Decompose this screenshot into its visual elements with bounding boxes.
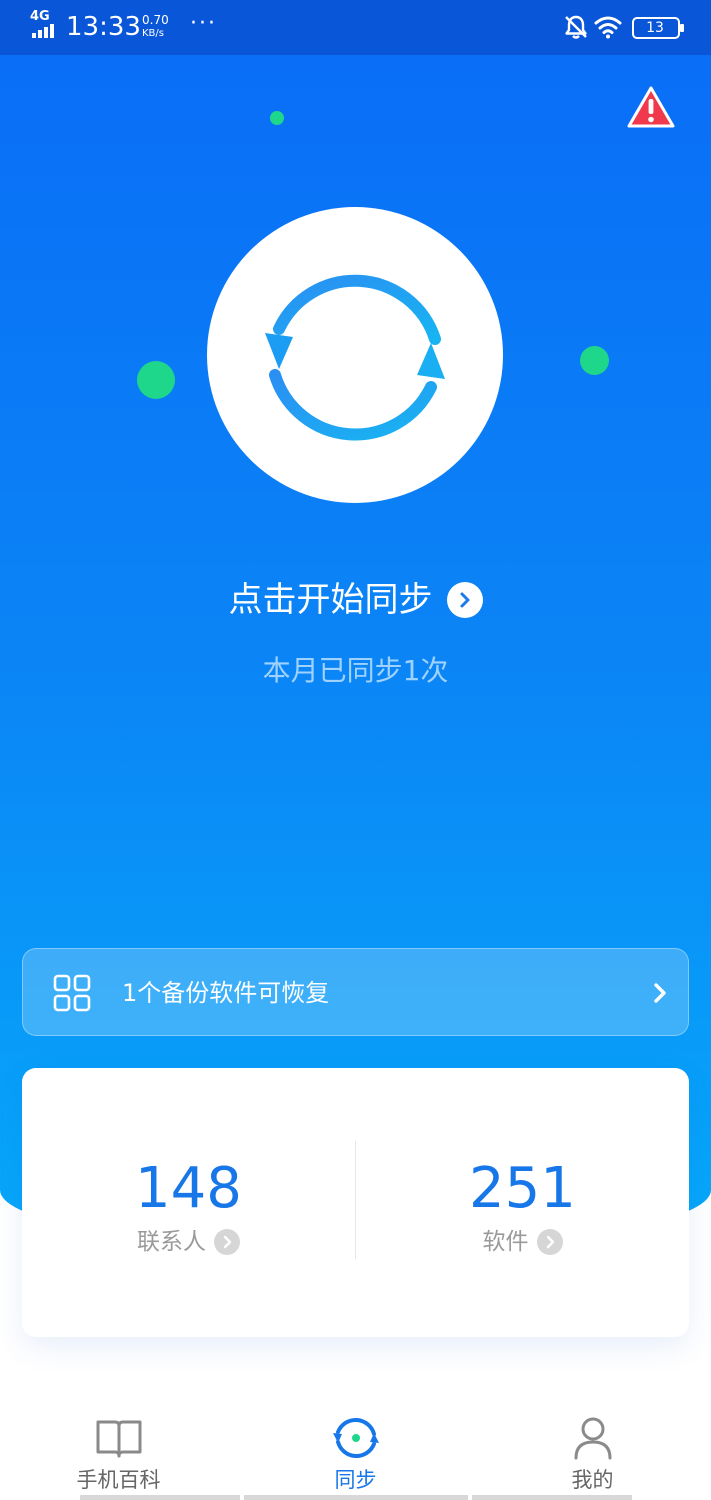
sync-icon — [332, 1418, 379, 1458]
warning-icon[interactable] — [626, 85, 676, 129]
decor-dot-left — [137, 361, 175, 399]
person-icon — [574, 1417, 611, 1460]
start-sync-link[interactable]: 点击开始同步 — [0, 570, 711, 630]
contacts-label: 联系人 — [137, 1228, 206, 1255]
chevron-right-icon — [536, 1228, 563, 1255]
clock: 13:33 — [66, 12, 141, 42]
apps-grid-icon — [53, 974, 91, 1012]
apps-count: 251 — [469, 1156, 576, 1221]
chevron-right-icon — [446, 582, 483, 618]
chevron-right-icon — [654, 983, 666, 1003]
signal-icon — [32, 24, 54, 38]
start-sync-label: 点击开始同步 — [228, 580, 433, 620]
restore-apps-label: 1个备份软件可恢复 — [122, 979, 330, 1007]
decor-dot-small — [270, 111, 284, 125]
decor-dot-right — [580, 346, 609, 375]
bell-off-icon — [565, 15, 587, 39]
stats-card: 148 联系人 251 软件 — [22, 1068, 689, 1337]
speed-value: 0.70 — [142, 13, 169, 27]
nav-indicator-middle — [244, 1495, 468, 1500]
tab-sync-label: 同步 — [334, 1468, 377, 1492]
tab-mine[interactable]: 我的 — [474, 1390, 711, 1500]
sync-count-text: 本月已同步1次 — [262, 654, 449, 687]
more-icon: ··· — [190, 11, 217, 36]
chevron-right-icon — [214, 1228, 240, 1255]
battery-icon: 13 — [632, 17, 684, 39]
wifi-icon — [594, 16, 622, 39]
battery-tip — [680, 24, 684, 32]
status-bar: 4G 13:33 0.70 KB/s ··· 13 — [0, 0, 711, 55]
sync-icon — [265, 274, 445, 441]
sync-button[interactable] — [207, 207, 503, 503]
contacts-count: 148 — [135, 1156, 242, 1221]
nav-indicator-left — [80, 1495, 240, 1500]
tab-sync[interactable]: 同步 — [237, 1390, 474, 1500]
contacts-stat[interactable]: 148 联系人 — [22, 1156, 355, 1258]
tab-phone-wiki[interactable]: 手机百科 — [0, 1390, 237, 1500]
apps-label: 软件 — [482, 1228, 529, 1255]
battery-level: 13 — [646, 20, 664, 36]
apps-stat[interactable]: 251 软件 — [356, 1156, 689, 1258]
restore-apps-banner[interactable]: 1个备份软件可恢复 — [22, 948, 689, 1036]
nav-indicator-right — [472, 1495, 632, 1500]
tab-mine-label: 我的 — [571, 1468, 614, 1492]
book-icon — [96, 1420, 141, 1458]
bottom-nav: 手机百科 同步 我的 — [0, 1390, 711, 1500]
network-speed: 0.70 KB/s — [142, 14, 169, 40]
network-type: 4G — [30, 9, 50, 24]
speed-unit: KB/s — [142, 28, 164, 39]
tab-phone-wiki-label: 手机百科 — [76, 1468, 161, 1492]
